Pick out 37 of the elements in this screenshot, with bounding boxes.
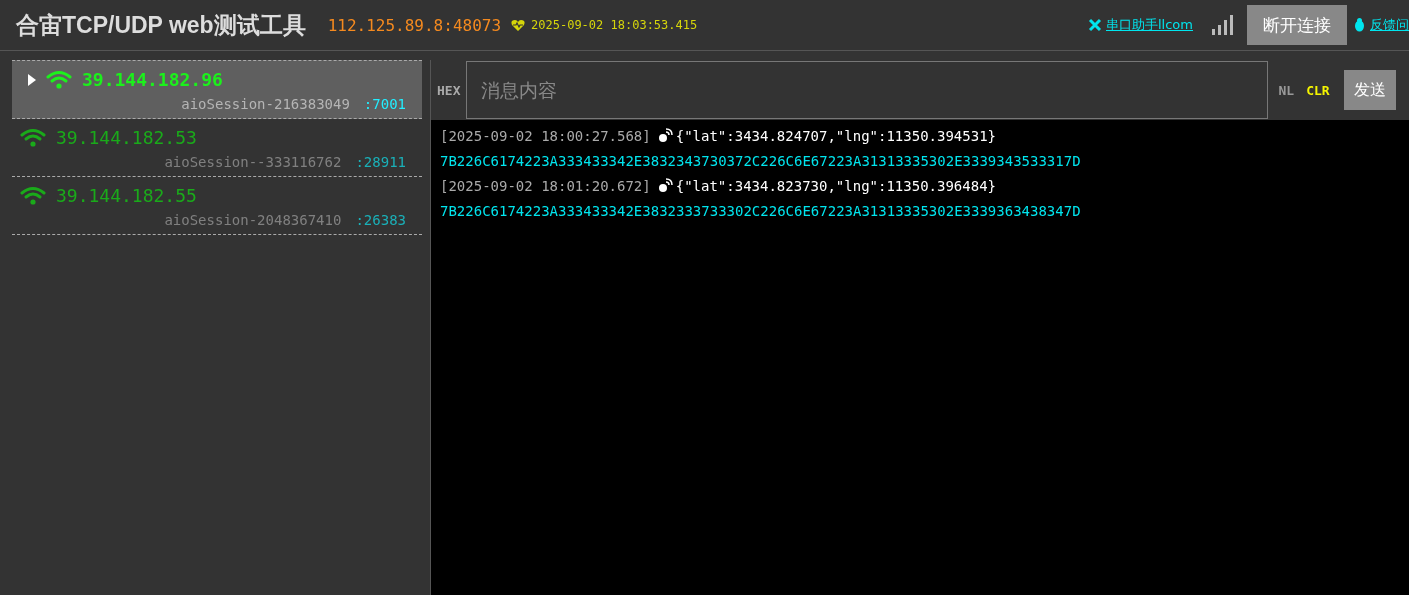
client-ip: 39.144.182.55 (56, 185, 197, 206)
session-item[interactable]: 39.144.182.96 aioSession-216383049 :7001 (12, 60, 422, 119)
client-port: :28911 (355, 154, 406, 170)
session-id: aioSession-2048367410 (164, 212, 342, 228)
message-input[interactable]: 消息内容 (466, 61, 1269, 119)
log-message: {"lat":3434.824707,"lng":11350.394531} (675, 128, 996, 144)
heartbeat-icon (511, 18, 526, 32)
newline-toggle[interactable]: NL (1272, 82, 1301, 98)
clear-button[interactable]: CLR (1300, 82, 1336, 98)
session-item[interactable]: 39.144.182.53 aioSession--333116762 :28911 (12, 119, 422, 177)
wifi-icon (46, 69, 72, 90)
log-time: [2025-09-02 18:00:27.568] (440, 128, 651, 144)
caret-icon (28, 73, 36, 86)
client-ip: 39.144.182.53 (56, 127, 197, 148)
timestamp: 2025-09-02 18:03:53.415 (531, 18, 698, 32)
hex-toggle[interactable]: HEX (431, 82, 467, 98)
serial-tool-link[interactable]: 串口助手llcom (1106, 16, 1193, 34)
app-title: 合宙TCP/UDP web测试工具 (16, 10, 306, 40)
wifi-icon (20, 185, 46, 206)
disconnect-button[interactable]: 断开连接 (1247, 5, 1347, 45)
session-id: aioSession--333116762 (164, 154, 342, 170)
wifi-icon (20, 127, 46, 148)
signal-icon (1211, 15, 1235, 35)
satellite-icon (656, 178, 673, 194)
session-item[interactable]: 39.144.182.55 aioSession-2048367410 :26383 (12, 177, 422, 235)
log-hex: 7B226C6174223A333433342E3832333733302C226C6E67223A31313335302E3339363438347D (440, 203, 1081, 219)
server-address: 112.125.89.8:48073 (327, 15, 502, 35)
client-port: :7001 (363, 96, 406, 112)
log-time: [2025-09-02 18:01:20.672] (440, 178, 651, 194)
client-port: :26383 (355, 212, 406, 228)
client-ip: 39.144.182.96 (82, 69, 223, 90)
feedback-link[interactable]: 反馈问 (1370, 16, 1409, 34)
session-id: aioSession-216383049 (181, 96, 350, 112)
send-button[interactable]: 发送 (1343, 70, 1396, 110)
satellite-icon (656, 128, 673, 144)
log-message: {"lat":3434.823730,"lng":11350.396484} (675, 178, 996, 194)
log-hex: 7B226C6174223A333433342E3832343730372C226C6E67223A31313335302E3339343533317D (440, 153, 1081, 169)
